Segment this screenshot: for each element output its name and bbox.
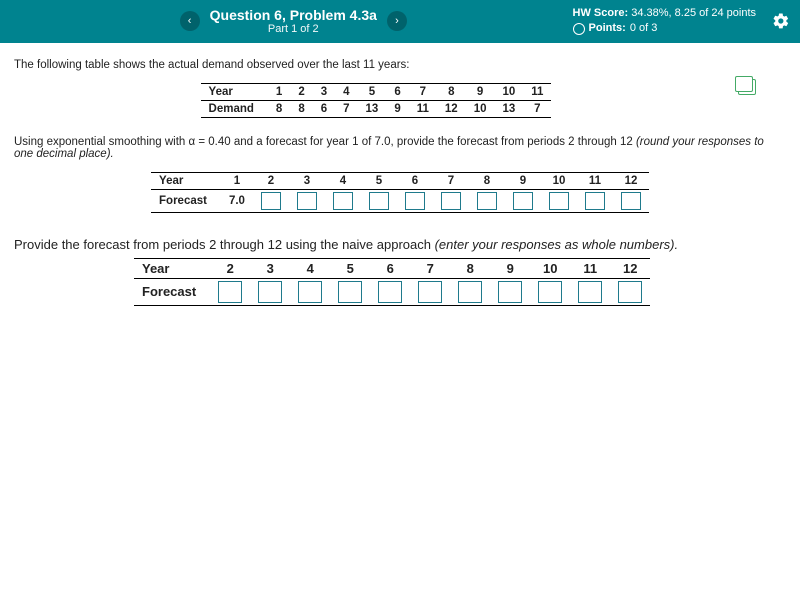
forecast-input[interactable] [369, 192, 389, 210]
naive-input[interactable] [218, 281, 242, 303]
naive-input[interactable] [338, 281, 362, 303]
intro-text: The following table shows the actual dem… [14, 59, 786, 71]
question-title: Question 6, Problem 4.3a [210, 7, 377, 23]
next-button[interactable]: › [387, 11, 407, 31]
exp-smoothing-prompt: Using exponential smoothing with α = 0.4… [14, 136, 786, 160]
forecast-table-2: Year 23456789101112 Forecast [134, 258, 650, 306]
forecast-input[interactable] [513, 192, 533, 210]
forecast-input[interactable] [261, 192, 281, 210]
naive-input[interactable] [378, 281, 402, 303]
forecast-input[interactable] [549, 192, 569, 210]
table-row: Demand 8867139111210137 [201, 100, 552, 117]
naive-input[interactable] [618, 281, 642, 303]
points-icon [573, 23, 585, 35]
hw-score-value: 34.38%, 8.25 of 24 points [631, 7, 756, 19]
forecast-input[interactable] [477, 192, 497, 210]
year-row-label: Year [201, 83, 268, 100]
title-block: Question 6, Problem 4.3a Part 1 of 2 [210, 7, 377, 35]
forecast-input[interactable] [585, 192, 605, 210]
question-subtitle: Part 1 of 2 [210, 23, 377, 35]
score-block: HW Score: 34.38%, 8.25 of 24 points Poin… [573, 6, 756, 37]
forecast-input[interactable] [621, 192, 641, 210]
points-label: Points: [589, 21, 626, 36]
header-center: ‹ Question 6, Problem 4.3a Part 1 of 2 › [14, 7, 573, 35]
forecast-input[interactable] [297, 192, 317, 210]
naive-input[interactable] [538, 281, 562, 303]
demand-row-label: Demand [201, 100, 268, 117]
naive-input[interactable] [458, 281, 482, 303]
points-value: 0 of 3 [630, 21, 658, 36]
demand-table: Year 1234567891011 Demand 88671391112101… [201, 83, 552, 118]
table-row: Forecast [134, 278, 650, 305]
table-row: Year 123456789101112 [151, 172, 649, 189]
forecast-table-1: Year 123456789101112 Forecast 7.0 [151, 172, 649, 213]
forecast-initial: 7.0 [221, 189, 253, 212]
forecast-input[interactable] [405, 192, 425, 210]
naive-input[interactable] [298, 281, 322, 303]
naive-input[interactable] [498, 281, 522, 303]
hw-score-label: HW Score: [573, 7, 629, 19]
table-row: Year 1234567891011 [201, 83, 552, 100]
forecast-input[interactable] [333, 192, 353, 210]
naive-input[interactable] [578, 281, 602, 303]
settings-icon[interactable] [772, 12, 790, 30]
app-header: ‹ Question 6, Problem 4.3a Part 1 of 2 ›… [0, 0, 800, 43]
forecast-input[interactable] [441, 192, 461, 210]
table-row: Forecast 7.0 [151, 189, 649, 212]
table-row: Year 23456789101112 [134, 258, 650, 278]
naive-input[interactable] [418, 281, 442, 303]
naive-prompt: Provide the forecast from periods 2 thro… [14, 237, 786, 252]
copy-icon[interactable] [738, 79, 756, 95]
prev-button[interactable]: ‹ [180, 11, 200, 31]
content-body: The following table shows the actual dem… [0, 43, 800, 324]
naive-input[interactable] [258, 281, 282, 303]
